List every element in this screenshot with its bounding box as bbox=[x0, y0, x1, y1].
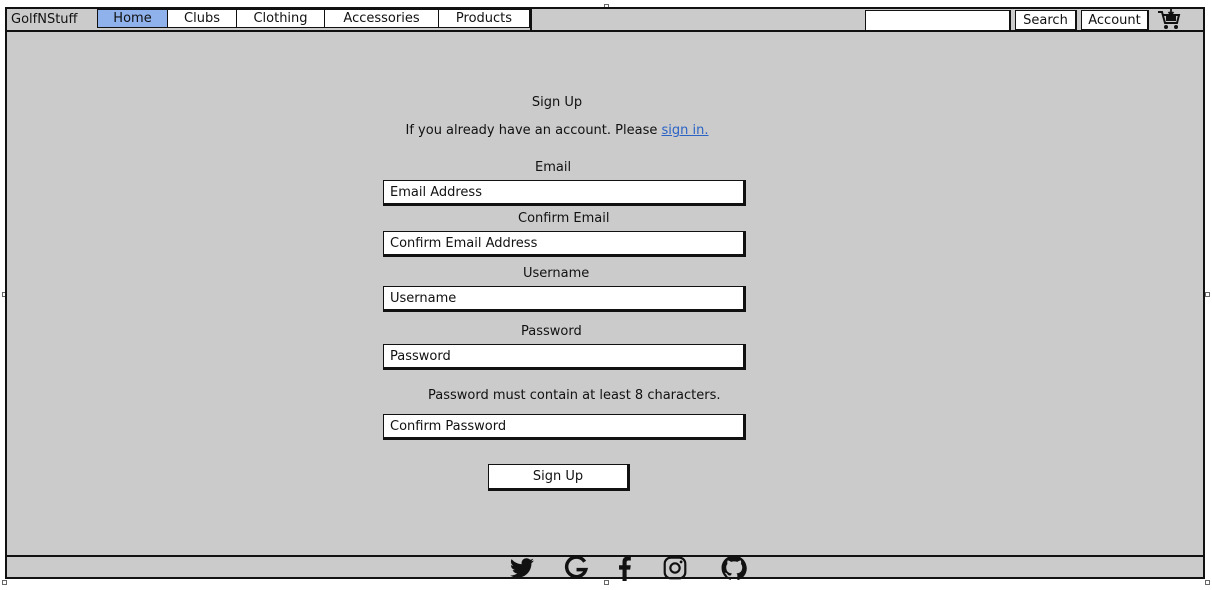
confirm-password-field[interactable] bbox=[383, 414, 746, 440]
google-icon[interactable] bbox=[563, 555, 589, 581]
top-navbar: GolfNStuff Home Clubs Clothing Accessori… bbox=[7, 9, 1203, 32]
search-input[interactable] bbox=[865, 10, 1011, 32]
confirm-email-label: Confirm Email bbox=[518, 211, 610, 226]
username-label: Username bbox=[523, 266, 590, 281]
search-button[interactable]: Search bbox=[1015, 10, 1077, 31]
github-icon[interactable] bbox=[721, 555, 747, 581]
email-field[interactable] bbox=[383, 180, 746, 206]
sign-up-button[interactable]: Sign Up bbox=[488, 464, 630, 491]
password-field[interactable] bbox=[383, 344, 746, 370]
password-label: Password bbox=[521, 324, 582, 339]
email-label: Email bbox=[535, 160, 572, 175]
signin-link[interactable]: sign in. bbox=[662, 123, 709, 138]
password-hint: Password must contain at least 8 charact… bbox=[428, 388, 721, 403]
instagram-icon[interactable] bbox=[662, 555, 688, 581]
signin-prompt-text: If you already have an account. Please bbox=[405, 123, 658, 138]
twitter-icon[interactable] bbox=[509, 555, 535, 581]
cart-icon[interactable] bbox=[1157, 9, 1181, 31]
account-button[interactable]: Account bbox=[1081, 10, 1149, 31]
page-title: Sign Up bbox=[531, 95, 583, 110]
signin-prompt: If you already have an account. Please s… bbox=[7, 123, 1107, 138]
nav-tabs: Home Clubs Clothing Accessories Products bbox=[97, 9, 532, 30]
selection-handle[interactable] bbox=[604, 580, 609, 585]
nav-divider bbox=[530, 9, 532, 30]
nav-tab-products[interactable]: Products bbox=[439, 9, 530, 28]
brand-logo[interactable]: GolfNStuff bbox=[11, 12, 78, 27]
selection-handle[interactable] bbox=[1205, 580, 1210, 585]
facebook-icon[interactable] bbox=[612, 555, 638, 581]
confirm-email-field[interactable] bbox=[383, 231, 746, 257]
footer bbox=[7, 555, 1203, 581]
nav-tab-accessories[interactable]: Accessories bbox=[325, 9, 439, 28]
wireframe-canvas: GolfNStuff Home Clubs Clothing Accessori… bbox=[5, 7, 1205, 581]
selection-handle[interactable] bbox=[2, 580, 7, 585]
nav-tab-clubs[interactable]: Clubs bbox=[168, 9, 237, 28]
username-field[interactable] bbox=[383, 286, 746, 312]
nav-tab-home[interactable]: Home bbox=[97, 9, 168, 28]
nav-tab-clothing[interactable]: Clothing bbox=[237, 9, 325, 28]
selection-handle[interactable] bbox=[1205, 292, 1210, 297]
